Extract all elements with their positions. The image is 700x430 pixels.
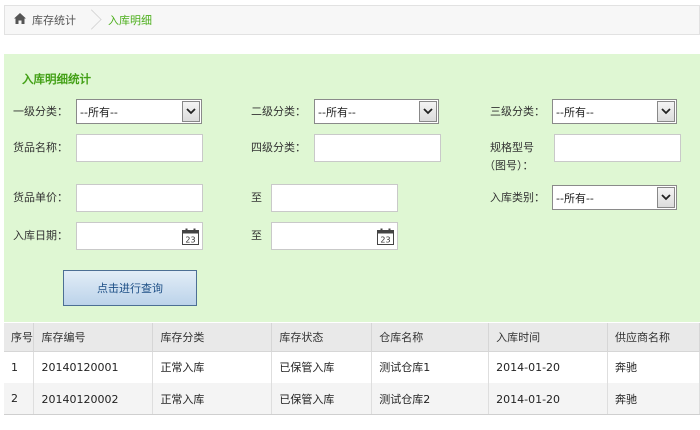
chevron-down-icon xyxy=(419,101,437,122)
column-header-stock-no[interactable]: 库存编号 xyxy=(33,323,154,352)
column-header-stock-status[interactable]: 库存状态 xyxy=(271,323,373,352)
in-date-end-input[interactable]: 23 xyxy=(271,222,398,250)
chevron-down-icon xyxy=(657,101,675,122)
level3-label: 三级分类： xyxy=(490,105,545,118)
home-icon xyxy=(14,13,32,27)
breadcrumb-home-label: 库存统计 xyxy=(32,14,76,27)
price-to-label: 至 xyxy=(251,191,262,204)
column-header-warehouse[interactable]: 仓库名称 xyxy=(371,323,490,352)
svg-text:23: 23 xyxy=(380,236,390,245)
level3-select[interactable]: --所有-- xyxy=(552,99,677,124)
spec-label-line2: （图号）： xyxy=(484,159,534,172)
column-header-in-time[interactable]: 入库时间 xyxy=(488,323,609,352)
price-max-input[interactable] xyxy=(271,184,398,212)
level1-select-value: --所有-- xyxy=(80,105,118,119)
level1-label: 一级分类： xyxy=(13,105,68,118)
cell-seq: 2 xyxy=(4,383,35,415)
cell-in-time: 2014-01-20 xyxy=(488,383,609,415)
column-header-stock-category[interactable]: 库存分类 xyxy=(152,323,273,352)
cell-stock-category: 正常入库 xyxy=(152,351,273,383)
level4-label: 四级分类： xyxy=(251,141,306,154)
level4-input[interactable] xyxy=(314,134,441,162)
spec-label-line1: 规格型号 xyxy=(490,141,534,154)
goods-name-input[interactable] xyxy=(76,134,203,162)
level3-select-value: --所有-- xyxy=(556,105,594,119)
table-bottom-border xyxy=(4,414,700,415)
column-header-seq[interactable]: 序号 xyxy=(4,323,35,352)
spec-input[interactable] xyxy=(554,134,681,162)
price-min-input[interactable] xyxy=(76,184,203,212)
cell-in-time: 2014-01-20 xyxy=(488,351,609,383)
level2-label: 二级分类： xyxy=(251,105,306,118)
in-date-start-input[interactable]: 23 xyxy=(76,222,203,250)
price-label: 货品单价： xyxy=(13,191,68,204)
breadcrumb-home[interactable]: 库存统计 xyxy=(5,12,76,28)
search-button[interactable]: 点击进行查询 xyxy=(63,270,197,306)
calendar-icon[interactable]: 23 xyxy=(377,228,394,248)
svg-text:23: 23 xyxy=(185,236,195,245)
cell-warehouse: 测试仓库1 xyxy=(371,351,490,383)
table-row[interactable]: 2 20140120002 正常入库 已保管入库 测试仓库2 2014-01-2… xyxy=(4,383,700,415)
chevron-down-icon xyxy=(182,101,200,122)
breadcrumb-current: 入库明细 xyxy=(108,14,152,27)
cell-stock-status: 已保管入库 xyxy=(271,383,373,415)
results-table: 序号 库存编号 库存分类 库存状态 仓库名称 入库时间 供应商名称 1 2014… xyxy=(4,323,700,415)
level2-select-value: --所有-- xyxy=(318,105,356,119)
level1-select[interactable]: --所有-- xyxy=(76,99,202,124)
cell-stock-category: 正常入库 xyxy=(152,383,273,415)
level2-select[interactable]: --所有-- xyxy=(314,99,439,124)
cell-supplier: 奔驰 xyxy=(607,383,700,415)
panel-title: 入库明细统计 xyxy=(22,72,91,86)
in-type-label: 入库类别： xyxy=(490,191,545,204)
column-header-supplier[interactable]: 供应商名称 xyxy=(607,323,700,352)
goods-name-label: 货品名称： xyxy=(13,141,68,154)
chevron-down-icon xyxy=(657,187,675,208)
cell-stock-no: 20140120002 xyxy=(33,383,154,415)
cell-seq: 1 xyxy=(4,351,35,383)
breadcrumb-separator xyxy=(90,5,100,35)
table-row[interactable]: 1 20140120001 正常入库 已保管入库 测试仓库1 2014-01-2… xyxy=(4,351,700,383)
cell-stock-no: 20140120001 xyxy=(33,351,154,383)
breadcrumb: 库存统计 入库明细 xyxy=(4,5,700,35)
date-to-label: 至 xyxy=(251,229,262,242)
in-type-select[interactable]: --所有-- xyxy=(552,185,677,210)
calendar-icon[interactable]: 23 xyxy=(182,228,199,248)
table-header-row: 序号 库存编号 库存分类 库存状态 仓库名称 入库时间 供应商名称 xyxy=(4,323,700,352)
in-date-label: 入库日期： xyxy=(13,229,68,242)
cell-warehouse: 测试仓库2 xyxy=(371,383,490,415)
cell-stock-status: 已保管入库 xyxy=(271,351,373,383)
in-type-select-value: --所有-- xyxy=(556,191,594,205)
cell-supplier: 奔驰 xyxy=(607,351,700,383)
filter-panel: 入库明细统计 一级分类： --所有-- 二级分类： --所有-- 三级分类： -… xyxy=(4,54,700,322)
